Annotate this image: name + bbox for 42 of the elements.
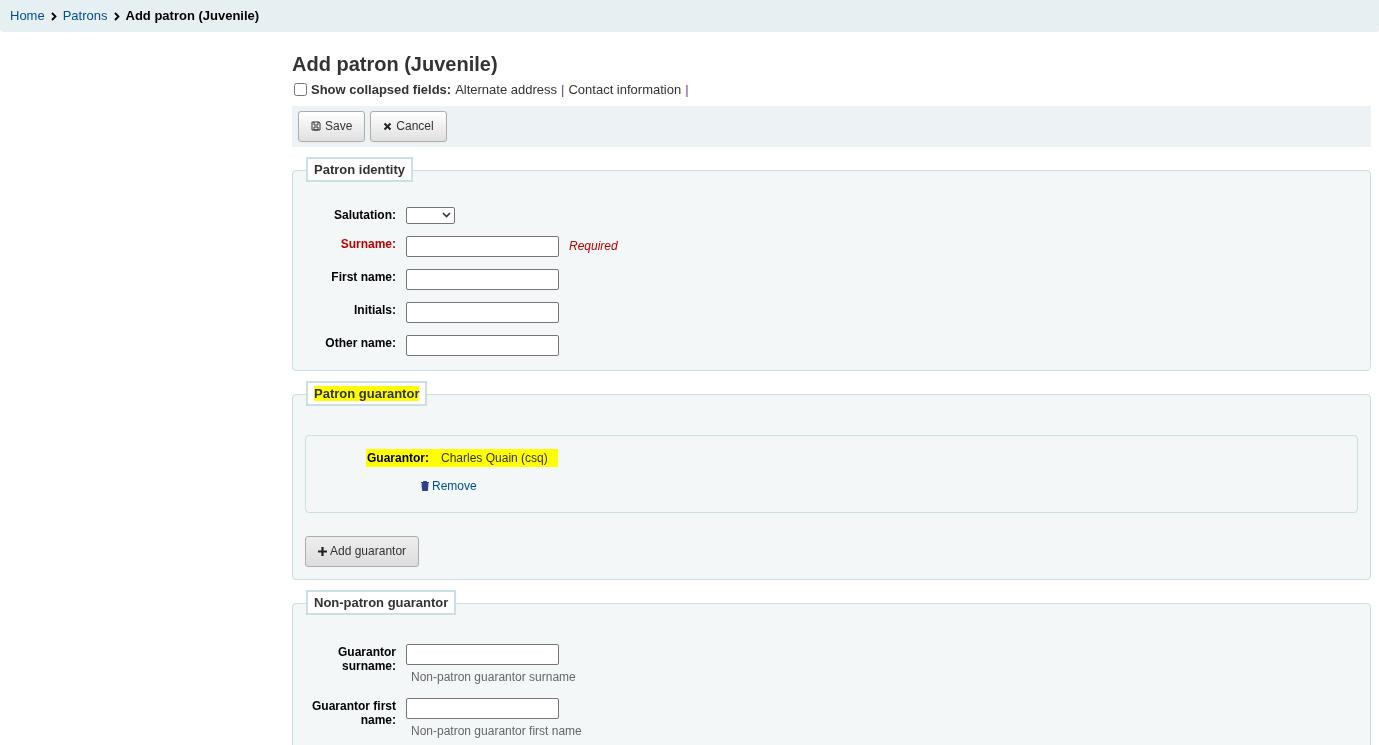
text-field[interactable]: [406, 235, 559, 257]
plus-icon: [318, 546, 327, 556]
required-note: Required: [569, 238, 618, 255]
field-label: Salutation:: [334, 207, 396, 222]
field-label: Guarantor first name:: [311, 698, 396, 727]
field-label: Other name:: [325, 335, 396, 350]
add-guarantor-button[interactable]: Add guarantor: [305, 535, 420, 567]
page-title: Add patron (Juvenile): [292, 52, 499, 76]
field-label: First name:: [331, 269, 396, 284]
section-link[interactable]: Contact information: [568, 80, 682, 100]
chevron-right-icon: [113, 11, 120, 21]
checkbox[interactable]: [294, 83, 307, 97]
guarantor-name: Charles Quain (csq): [430, 448, 558, 467]
text-field[interactable]: [406, 301, 559, 323]
text-field[interactable]: [406, 268, 559, 290]
fieldset-legend: Non-patron guarantor: [306, 589, 457, 615]
separator: |: [561, 81, 565, 99]
salutation-dropdown[interactable]: [406, 206, 455, 224]
cancel-button[interactable]: Cancel: [370, 110, 447, 142]
field-hint: Non-patron guarantor surname: [411, 668, 576, 686]
field-label: Initials:: [354, 302, 396, 317]
text-field[interactable]: [406, 697, 559, 719]
field-label: Surname:: [340, 236, 396, 251]
close-icon: [383, 121, 393, 131]
text-field[interactable]: [406, 334, 559, 356]
fieldset-legend: Patron identity: [306, 156, 413, 182]
section-link[interactable]: Alternate address: [455, 80, 558, 100]
save-button[interactable]: Save: [298, 110, 366, 142]
breadcrumb-link[interactable]: Home: [10, 6, 45, 26]
field-label: Guarantor surname:: [337, 644, 396, 673]
separator: |: [685, 81, 689, 99]
guarantor-label: Guarantor:: [366, 448, 430, 467]
remove-link[interactable]: Remove: [421, 476, 1357, 495]
save-icon: [311, 121, 321, 131]
field-hint: Non-patron guarantor first name: [411, 722, 582, 740]
breadcrumb-current: Add patron (Juvenile): [125, 7, 260, 26]
text-field[interactable]: [406, 643, 559, 665]
trash-icon: [421, 480, 429, 491]
breadcrumb-link[interactable]: Patrons: [62, 6, 108, 26]
chevron-right-icon: [50, 11, 57, 21]
checkbox-label: Show collapsed fields:: [311, 81, 452, 99]
chevron-down-icon: [442, 212, 451, 218]
